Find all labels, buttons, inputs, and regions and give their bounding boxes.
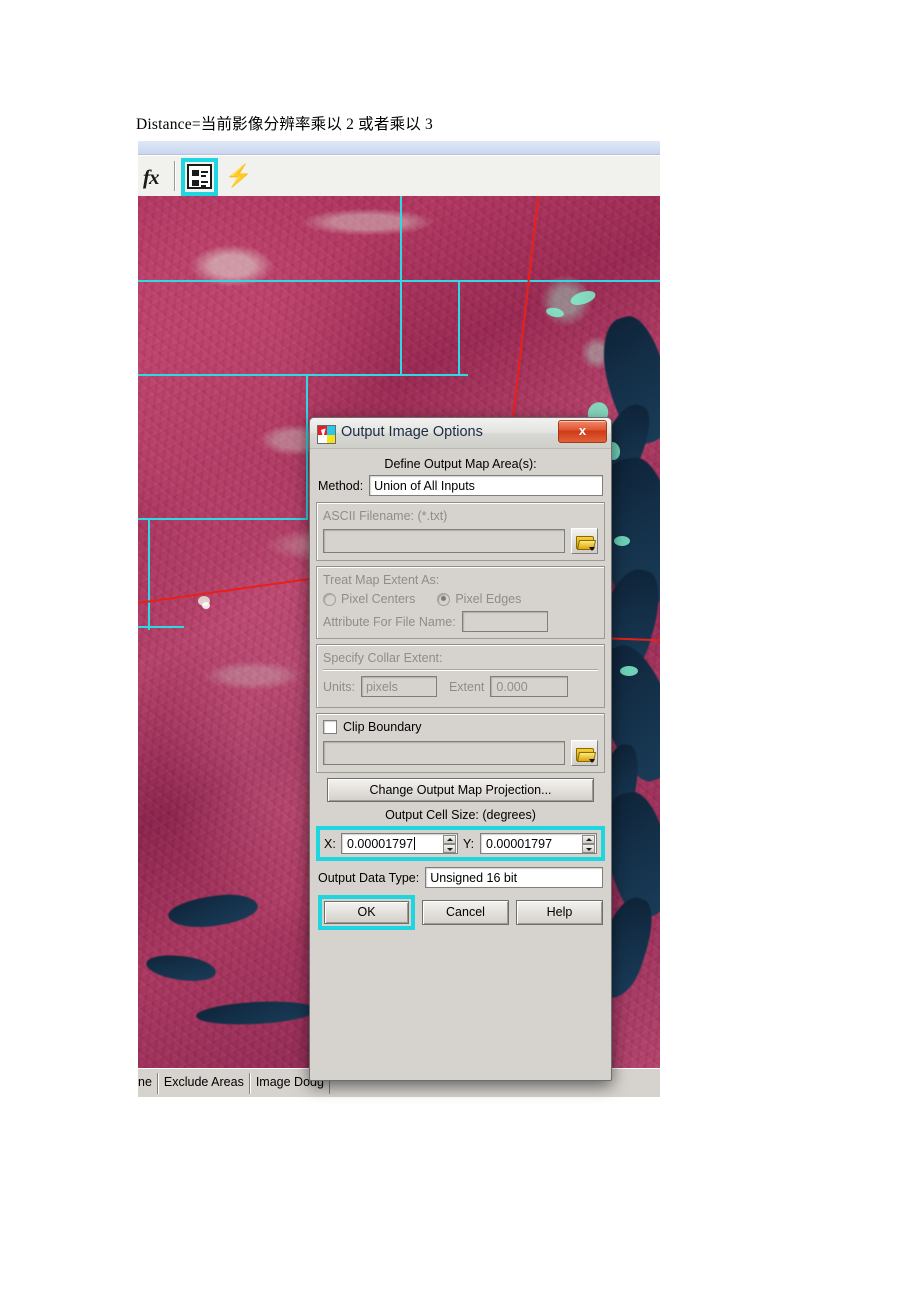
vegetation-fleck — [614, 536, 630, 546]
ascii-filename-row — [323, 528, 598, 554]
clip-boundary-panel: Clip Boundary — [316, 713, 605, 773]
method-row: Method: Union of All Inputs — [318, 475, 603, 496]
footprint-gridline — [458, 280, 460, 376]
extent-label: Extent — [448, 679, 485, 694]
attribute-file-name-select[interactable] — [461, 611, 548, 632]
stepper-up-icon[interactable] — [582, 835, 595, 844]
pixel-edges-label: Pixel Edges — [455, 592, 522, 606]
cancel-button[interactable]: Cancel — [422, 900, 509, 925]
list-properties-icon[interactable] — [187, 164, 212, 189]
units-select[interactable]: pixels — [360, 676, 437, 697]
application-toolbar: fx ⚡ — [138, 155, 660, 198]
clip-boundary-label: Clip Boundary — [343, 720, 422, 734]
clip-boundary-input[interactable] — [323, 741, 565, 765]
close-icon[interactable]: x — [558, 420, 607, 443]
footprint-gridline — [138, 626, 184, 628]
output-data-type-select[interactable]: Unsigned 16 bit — [425, 867, 603, 888]
units-label: Units: — [323, 679, 355, 694]
output-data-type-row: Output Data Type: Unsigned 16 bit — [318, 867, 603, 888]
footprint-gridline — [306, 374, 308, 520]
dialog-title: Output Image Options — [341, 424, 483, 440]
fx-label: fx — [143, 165, 159, 189]
dialog-body: Define Output Map Area(s): Method: Union… — [310, 449, 611, 936]
collar-units-row: Units: pixels Extent 0.000 — [323, 676, 598, 697]
help-button[interactable]: Help — [516, 900, 603, 925]
method-label: Method: — [318, 478, 364, 493]
output-cell-size-label: Output Cell Size: (degrees) — [385, 808, 536, 822]
ascii-filename-input[interactable] — [323, 529, 565, 553]
footprint-gridline — [400, 196, 402, 376]
footprint-gridline — [138, 280, 660, 282]
stepper-down-icon[interactable] — [443, 844, 456, 853]
open-folder-icon — [576, 536, 597, 551]
output-image-options-dialog: Output Image Options x Define Output Map… — [309, 417, 612, 1081]
clip-path-row — [323, 740, 598, 766]
bright-spot — [202, 602, 210, 609]
lightning-bolt-icon[interactable]: ⚡ — [225, 165, 252, 187]
treat-map-extent-panel: Treat Map Extent As: Pixel Centers Pixel… — [316, 566, 605, 639]
stepper-down-icon[interactable] — [582, 844, 595, 853]
document-caption: Distance=当前影像分辨率乘以 2 或者乘以 3 — [136, 116, 433, 133]
change-output-map-projection-button[interactable]: Change Output Map Projection... — [327, 778, 594, 802]
vegetation-fleck — [620, 666, 638, 676]
ascii-filename-label: ASCII Filename: (*.txt) — [323, 509, 448, 523]
cell-size-y-input[interactable]: 0.00001797 — [480, 833, 597, 854]
ascii-browse-button[interactable] — [571, 528, 598, 554]
extent-radio-group: Pixel Centers Pixel Edges — [323, 592, 598, 606]
ok-button[interactable]: OK — [324, 901, 409, 924]
pixel-centers-label: Pixel Centers — [341, 592, 416, 606]
method-select[interactable]: Union of All Inputs — [369, 475, 603, 496]
tab-exclude-areas[interactable]: Exclude Areas — [157, 1073, 250, 1094]
stepper-up-icon[interactable] — [443, 835, 456, 844]
dialog-button-row: OK Cancel Help — [316, 895, 605, 930]
footprint-gridline — [138, 374, 468, 376]
cell-size-y-label: Y: — [463, 836, 475, 851]
collar-extent-panel: Specify Collar Extent: Units: pixels Ext… — [316, 644, 605, 708]
attribute-file-name-row: Attribute For File Name: — [323, 611, 598, 632]
text-caret — [414, 837, 416, 850]
cell-size-x-label: X: — [324, 836, 336, 851]
clip-boundary-row: Clip Boundary — [323, 720, 598, 734]
tab-clipped[interactable]: ne — [138, 1073, 158, 1094]
footprint-gridline — [138, 518, 308, 520]
collar-extent-label: Specify Collar Extent: — [323, 651, 443, 665]
attribute-file-name-label: Attribute For File Name: — [323, 614, 456, 629]
toolbar-separator — [174, 161, 175, 191]
cell-size-highlight: X: 0.00001797 Y: 0.00001797 — [316, 826, 605, 861]
footprint-gridline — [148, 518, 150, 630]
radio-pixel-edges[interactable] — [437, 592, 451, 606]
ok-button-highlight: OK — [318, 895, 415, 930]
output-image-options-icon — [317, 425, 336, 444]
panel-divider — [323, 669, 598, 670]
output-data-type-label: Output Data Type: — [318, 870, 420, 885]
cell-size-x-input[interactable]: 0.00001797 — [341, 833, 458, 854]
window-title-strip — [138, 141, 660, 155]
cell-size-row: X: 0.00001797 Y: 0.00001797 — [324, 833, 597, 854]
radio-pixel-centers[interactable] — [323, 592, 336, 606]
clip-browse-button[interactable] — [571, 740, 598, 766]
dialog-title-bar[interactable]: Output Image Options x — [310, 418, 611, 449]
open-folder-icon — [576, 748, 597, 763]
treat-map-extent-label: Treat Map Extent As: — [323, 573, 440, 587]
collar-extent-stepper[interactable]: 0.000 — [490, 676, 569, 697]
clip-boundary-checkbox[interactable] — [323, 720, 337, 734]
ascii-filename-panel: ASCII Filename: (*.txt) — [316, 502, 605, 561]
define-output-map-area-label: Define Output Map Area(s): — [384, 457, 537, 471]
